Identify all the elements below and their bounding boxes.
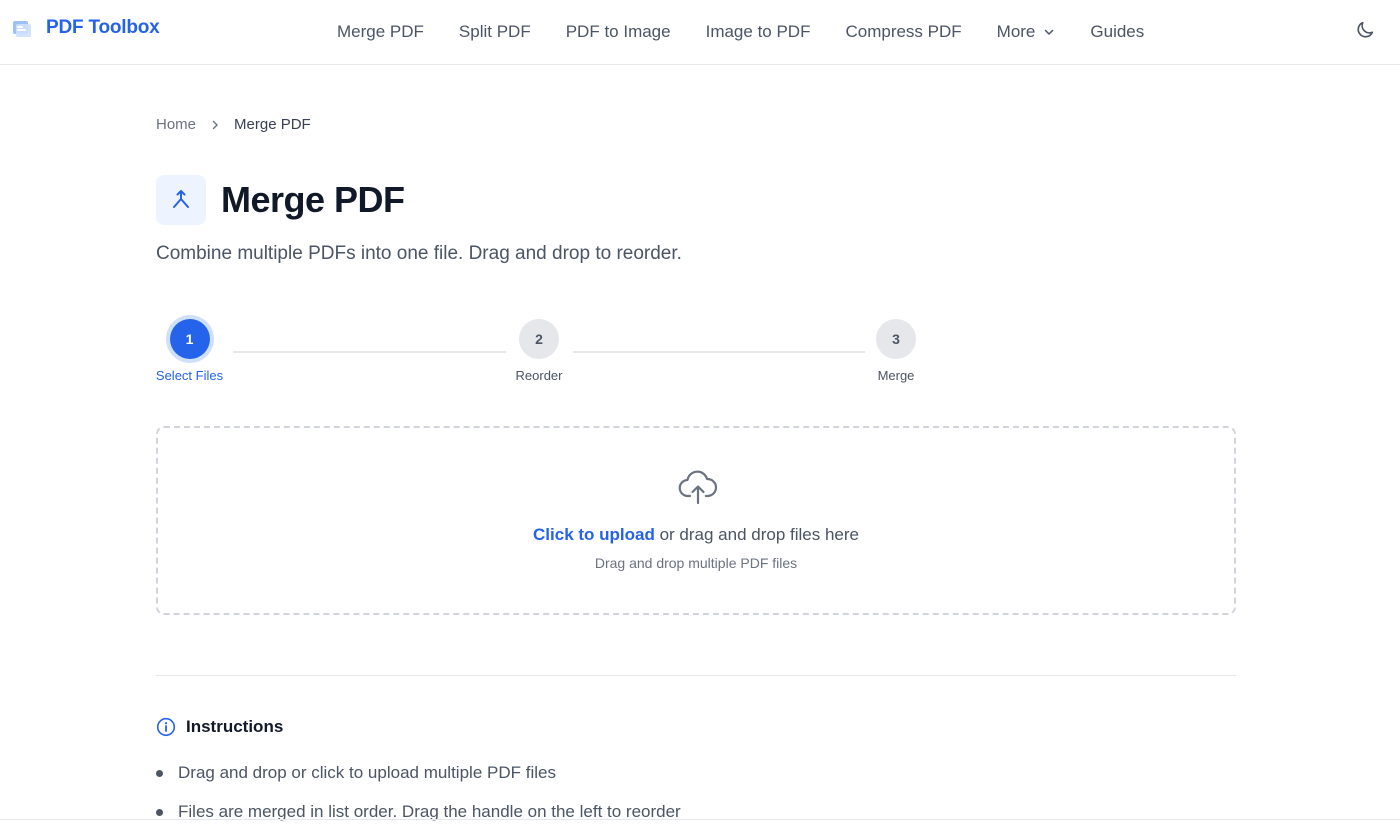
section-divider [156, 675, 1236, 676]
pdf-logo-icon [13, 21, 31, 37]
bullet-dot [156, 808, 163, 816]
instructions-header: Instructions [156, 717, 283, 737]
chevron-right-icon [212, 120, 218, 129]
step-label: Merge [877, 368, 915, 383]
instructions-list: Drag and drop or click to upload multipl… [156, 762, 681, 826]
step-merge: 3 Merge [866, 319, 926, 383]
step-number: 2 [519, 319, 559, 359]
main-nav: Merge PDF Split PDF PDF to Image Image t… [337, 0, 1179, 64]
top-navbar: PDF Toolbox Merge PDF Split PDF PDF to I… [0, 0, 1400, 65]
dropzone-text: Click to upload or drag and drop files h… [158, 525, 1234, 545]
dropzone-hint: Drag and drop multiple PDF files [594, 555, 798, 571]
breadcrumb-current: Merge PDF [234, 116, 311, 133]
step-connector [573, 351, 865, 353]
merge-icon [173, 190, 189, 208]
chevron-down-icon [1045, 29, 1054, 35]
step-label: Select Files [155, 368, 224, 383]
step-connector [233, 351, 506, 353]
dropzone-main-text: or drag and drop files here [654, 525, 859, 544]
brand-link[interactable]: PDF Toolbox [12, 17, 160, 39]
page-subtitle: Combine multiple PDFs into one file. Dra… [156, 243, 682, 264]
step-select-files: 1 Select Files [156, 319, 223, 383]
file-dropzone[interactable]: Click to upload or drag and drop files h… [156, 426, 1236, 615]
brand-name: PDF Toolbox [46, 17, 160, 38]
nav-more-dropdown[interactable]: More [997, 22, 1056, 42]
bullet-dot [156, 769, 163, 777]
step-reorder: 2 Reorder [509, 319, 569, 383]
cloud-upload-icon [678, 470, 718, 505]
list-item: Drag and drop or click to upload multipl… [156, 762, 681, 784]
title-icon-box [156, 175, 206, 225]
nav-guides[interactable]: Guides [1090, 22, 1144, 42]
nav-split-pdf[interactable]: Split PDF [459, 22, 531, 42]
nav-merge-pdf[interactable]: Merge PDF [337, 22, 424, 42]
moon-icon[interactable] [1354, 19, 1376, 41]
page-title: Merge PDF [221, 179, 405, 220]
info-icon [156, 717, 176, 737]
upload-link[interactable]: Click to upload [533, 525, 655, 544]
step-label: Reorder [515, 368, 563, 383]
viewport-bottom-border [0, 819, 1400, 820]
nav-pdf-to-image[interactable]: PDF to Image [566, 22, 671, 42]
instructions-title: Instructions [186, 717, 284, 736]
breadcrumb-home[interactable]: Home [156, 116, 196, 133]
nav-image-to-pdf[interactable]: Image to PDF [706, 22, 811, 42]
page-header: Merge PDF [156, 175, 405, 225]
step-number: 3 [876, 319, 916, 359]
step-number: 1 [169, 319, 210, 359]
nav-compress-pdf[interactable]: Compress PDF [845, 22, 961, 42]
nav-more-label: More [996, 22, 1036, 41]
instruction-text: Drag and drop or click to upload multipl… [178, 763, 556, 782]
breadcrumb: Home Merge PDF [156, 116, 311, 133]
